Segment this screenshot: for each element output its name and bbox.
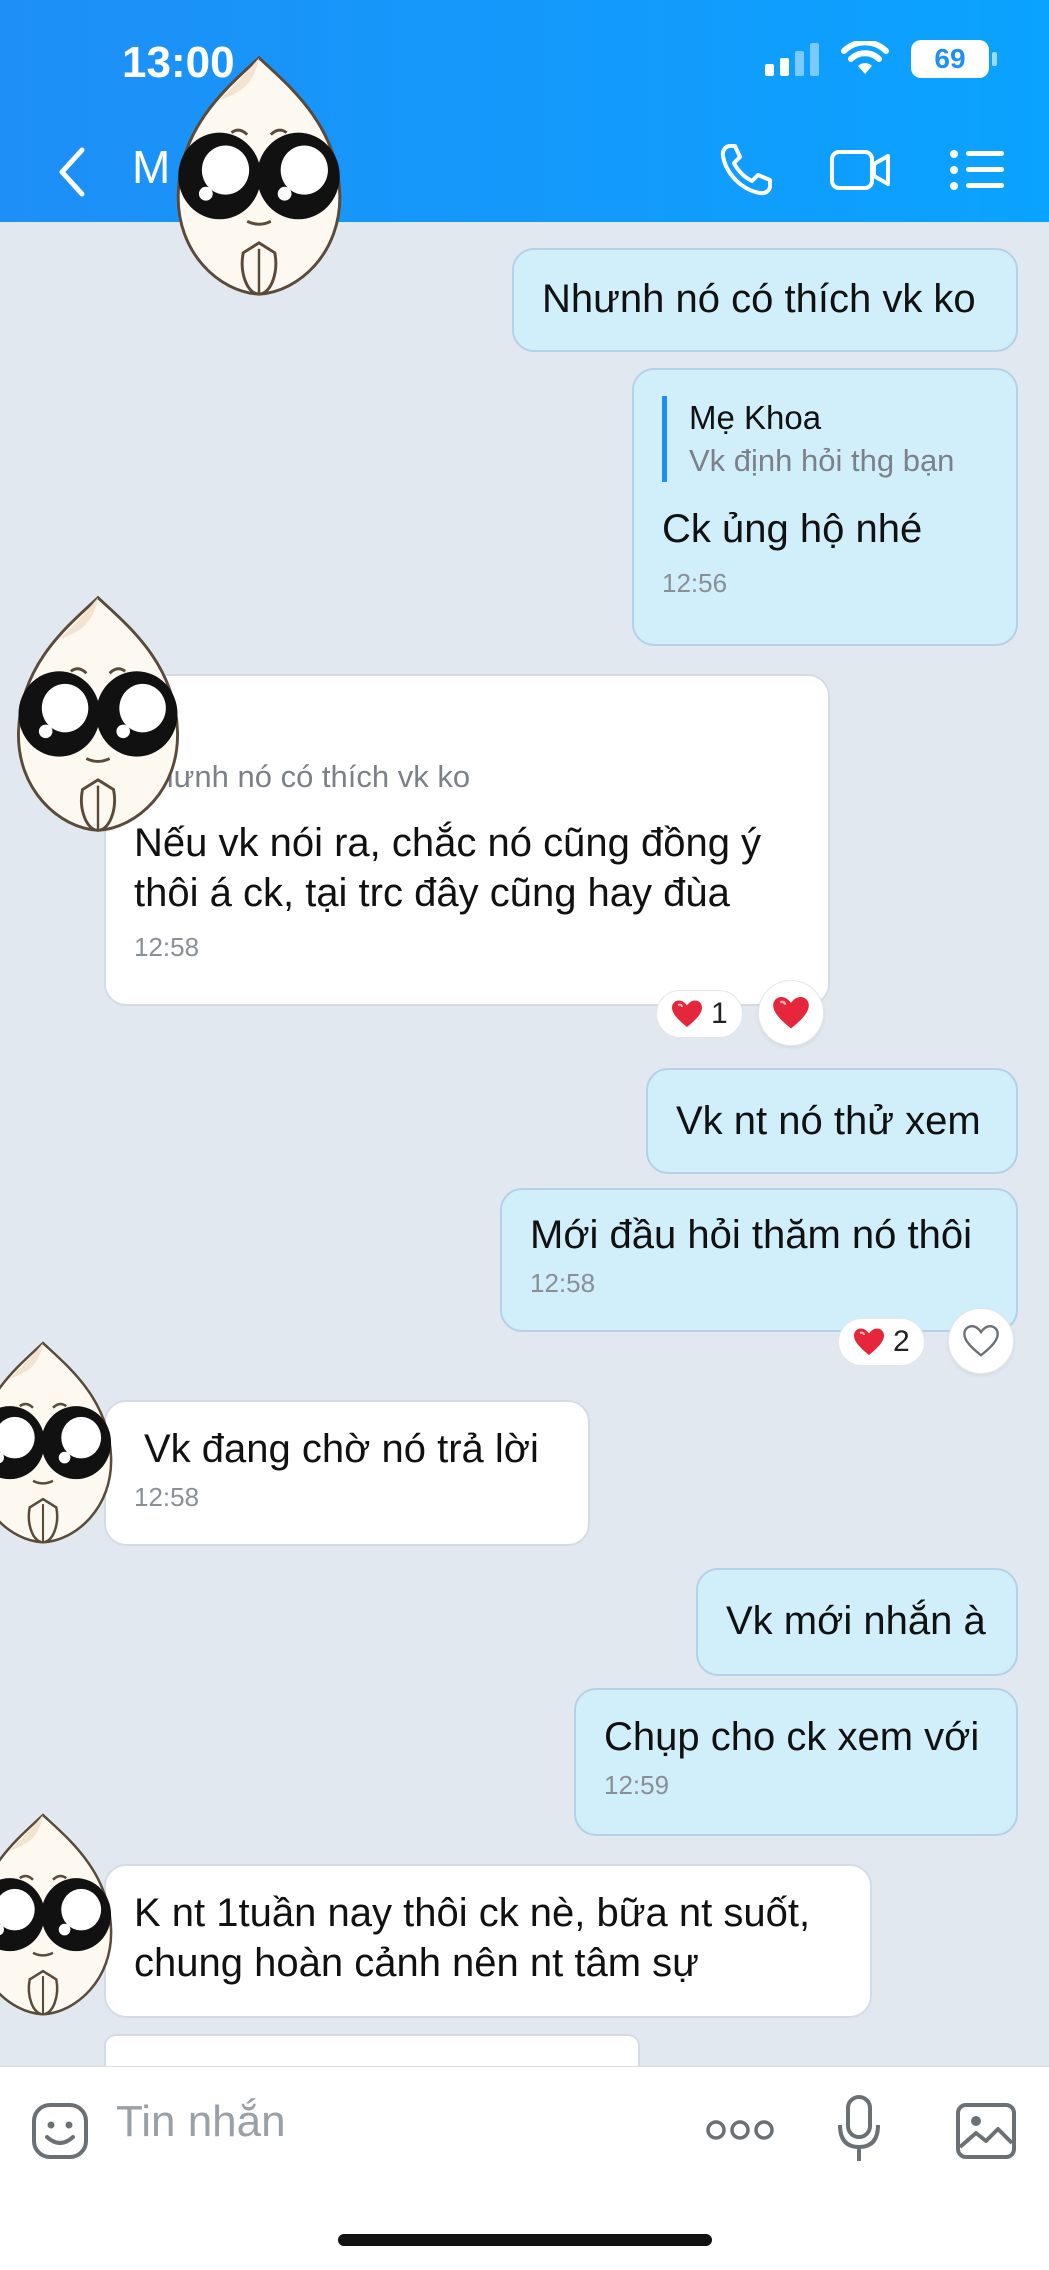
quote-text: Vk định hỏi thg bạn [689, 443, 955, 478]
message-time: 12:58 [530, 1268, 596, 1298]
message-bubble-sent[interactable]: Mẹ Khoa Vk định hỏi thg bạn Ck ủng hộ nh… [632, 368, 1018, 646]
sticker-avatar [0, 586, 196, 838]
status-icons: 69 [765, 40, 997, 78]
reaction-count: 1 [711, 997, 728, 1030]
message-bubble-received[interactable]: K nt 1tuần nay thôi ck nè, bữa nt suốt, … [104, 1864, 872, 2018]
phone-icon[interactable] [716, 140, 780, 200]
sticker-avatar [0, 1314, 126, 1568]
message-text: Vk đang chờ nó trả lời [144, 1427, 539, 1471]
heart-icon [853, 1327, 885, 1357]
image-icon[interactable] [954, 2101, 1018, 2161]
message-text: Chụp cho ck xem với [604, 1715, 980, 1759]
message-time: 12:56 [662, 568, 728, 598]
microphone-icon[interactable] [836, 2093, 882, 2165]
quote-text: Nhưnh nó có thích vk ko [134, 759, 471, 794]
message-text: Mới đầu hỏi thăm nó thôi [530, 1213, 973, 1257]
message-bubble-sent[interactable]: Vk nt nó thử xem [646, 1068, 1018, 1174]
reaction-summary[interactable]: 1 [656, 990, 743, 1038]
heart-icon [772, 995, 810, 1031]
sticker-avatar [156, 46, 362, 302]
message-text-line: chung hoàn cảnh nên nt tâm sự [134, 1941, 699, 1985]
quoted-message[interactable]: Mẹ Khoa Vk định hỏi thg bạn [662, 396, 988, 482]
signal-icon [765, 42, 819, 76]
message-bubble-sent[interactable]: Nhưnh nó có thích vk ko [512, 248, 1018, 352]
message-text-line: K nt 1tuần nay thôi ck nè, bữa nt suốt, [134, 1891, 811, 1935]
heart-outline-icon [963, 1324, 999, 1357]
reaction-summary[interactable]: 2 [838, 1318, 925, 1366]
message-bubble-sent[interactable]: Vk mới nhắn à [696, 1568, 1018, 1676]
message-time: 12:58 [134, 932, 200, 962]
message-time: 12:59 [604, 1770, 670, 1800]
reaction-count: 2 [893, 1325, 910, 1358]
more-dots-icon[interactable] [706, 2115, 774, 2145]
message-bubble-sent[interactable]: Chụp cho ck xem với 12:59 [574, 1688, 1018, 1836]
message-bubble-received[interactable]: Nhưnh nó có thích vk ko Nếu vk nói ra, c… [104, 674, 830, 1006]
message-text-line: thôi á ck, tại trc đây cũng hay đùa [134, 871, 730, 915]
message-bubble-received[interactable]: Vk đang chờ nó trả lời 12:58 [104, 1400, 590, 1546]
message-bubble-sent[interactable]: Mới đầu hỏi thăm nó thôi 12:58 [500, 1188, 1018, 1332]
message-text: Vk nt nó thử xem [676, 1099, 981, 1143]
message-text: Nhưnh nó có thích vk ko [542, 277, 976, 321]
battery-indicator: 69 [911, 40, 997, 78]
message-time: 12:58 [134, 1482, 200, 1512]
message-text: Ck ủng hộ nhé [662, 507, 923, 551]
react-button[interactable] [948, 1308, 1014, 1374]
menu-list-icon[interactable] [944, 140, 1008, 200]
message-input[interactable]: Tin nhắn [116, 2097, 286, 2147]
message-text: Vk mới nhắn à [726, 1599, 986, 1643]
wifi-icon [841, 41, 889, 74]
message-text-line: Nếu vk nói ra, chắc nó cũng đồng ý [134, 821, 762, 865]
video-call-icon[interactable] [828, 140, 892, 200]
sticker-avatar [0, 1786, 126, 2040]
sticker-emoji-icon[interactable] [30, 2101, 90, 2161]
react-button[interactable] [758, 980, 824, 1046]
home-indicator[interactable] [338, 2234, 712, 2246]
quote-author: Mẹ Khoa [689, 399, 822, 436]
heart-icon [671, 999, 703, 1029]
back-icon[interactable] [52, 142, 92, 202]
